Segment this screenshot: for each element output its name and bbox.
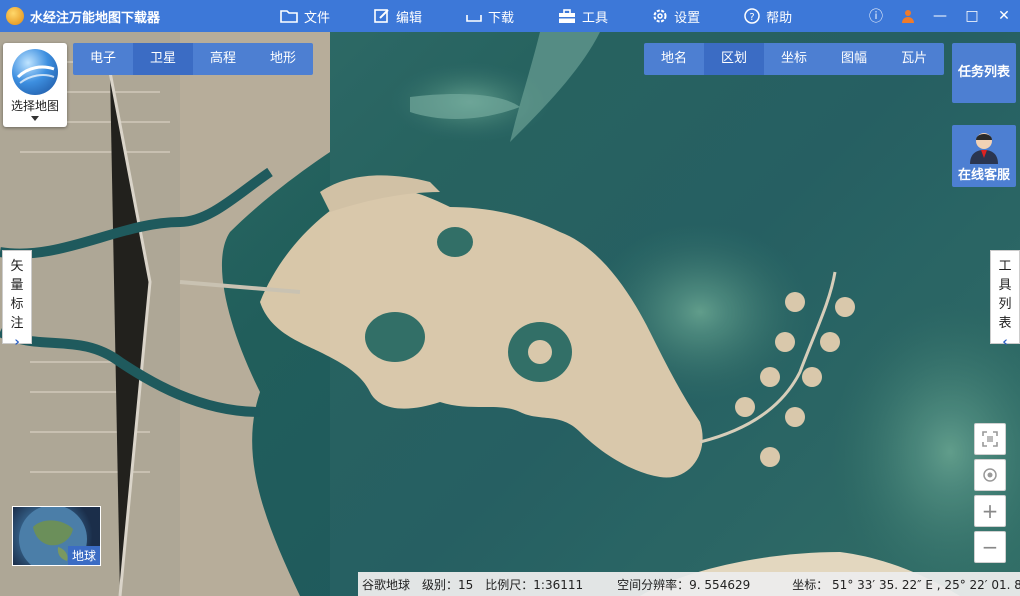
vector-annotation-char-2: 量 [10, 278, 24, 293]
menu-download-label: 下载 [488, 10, 515, 26]
svg-text:?: ? [749, 12, 754, 23]
tab-satellite[interactable]: 卫星 [133, 43, 194, 75]
online-service-button[interactable]: 在线客服 [952, 125, 1016, 187]
minimize-button[interactable]: — [924, 0, 956, 32]
main-menu: 文件 编辑 下载 工具 设置 ? 帮助 [280, 0, 836, 32]
task-list-label: 任务列表 [957, 65, 1010, 80]
locate-icon [983, 468, 997, 482]
menu-download[interactable]: 下载 [466, 7, 514, 26]
tab-electronic[interactable]: 电子 [73, 43, 133, 75]
vector-annotation-tab[interactable]: 矢 量 标 注 › [2, 250, 32, 350]
user-icon [902, 10, 914, 23]
fullscreen-icon [982, 431, 998, 447]
tab-tiles[interactable]: 瓦片 [884, 43, 944, 75]
help-icon: ? [744, 8, 760, 24]
select-map-button[interactable]: 选择地图 [3, 43, 67, 127]
menu-file-label: 文件 [304, 10, 331, 26]
tool-list-char-4: 表 [998, 316, 1012, 331]
user-button[interactable] [892, 0, 924, 32]
plus-icon: + [981, 499, 999, 523]
tab-coordinates[interactable]: 坐标 [764, 43, 824, 75]
info-button[interactable]: ⓘ [860, 0, 892, 32]
chevron-down-icon [31, 116, 39, 121]
download-icon [466, 15, 482, 22]
task-list-button[interactable]: 任务列表 [952, 43, 1016, 103]
earth-view-button[interactable]: 地球 [12, 506, 101, 566]
app-title: 水经注万能地图下载器 [30, 10, 161, 26]
tool-list-char-1: 工 [998, 259, 1012, 274]
menu-edit-label: 编辑 [396, 10, 423, 26]
tab-elevation[interactable]: 高程 [193, 43, 253, 75]
locate-button[interactable] [974, 459, 1006, 491]
close-button[interactable]: ✕ [988, 0, 1020, 32]
menu-settings[interactable]: 设置 [652, 7, 700, 26]
tab-place-names[interactable]: 地名 [644, 43, 704, 75]
layer-tabs: 地名 区划 坐标 图幅 瓦片 [644, 43, 945, 75]
menu-file[interactable]: 文件 [280, 7, 330, 26]
map-controls: + − [974, 423, 1006, 567]
status-coordinates: 坐标： 51° 33′ 35. 22″ E , 25° 22′ 01. 83″ … [792, 577, 1020, 592]
vector-annotation-char-4: 注 [10, 316, 24, 331]
status-zoom-level: 级别：15 [422, 577, 474, 592]
chevron-left-icon: ‹ [1002, 335, 1008, 350]
map-view[interactable]: 选择地图 电子 卫星 高程 地形 地名 区划 坐标 图幅 瓦片 任务列表 在线客… [0, 32, 1020, 596]
menu-tools-label: 工具 [582, 10, 609, 26]
toolbox-icon [559, 8, 576, 23]
customer-service-icon [970, 133, 998, 164]
zoom-in-button[interactable]: + [974, 495, 1006, 527]
menu-settings-label: 设置 [674, 10, 701, 26]
menu-edit[interactable]: 编辑 [374, 7, 422, 26]
vector-annotation-char-3: 标 [10, 297, 24, 312]
tool-list-char-3: 列 [998, 297, 1012, 312]
window-controls: ⓘ — □ ✕ [860, 0, 1020, 32]
app-logo-icon [6, 7, 24, 25]
tool-list-tab[interactable]: 工 具 列 表 ‹ [990, 250, 1020, 350]
tab-terrain[interactable]: 地形 [253, 43, 313, 75]
tool-list-char-2: 具 [998, 278, 1012, 293]
online-service-label: 在线客服 [957, 168, 1010, 183]
zoom-out-button[interactable]: − [974, 531, 1006, 563]
map-type-tabs: 电子 卫星 高程 地形 [73, 43, 314, 75]
satellite-imagery [0, 32, 1020, 596]
chevron-right-icon: › [14, 335, 20, 350]
edit-icon [374, 9, 389, 23]
status-scale: 比例尺：1:36111 [485, 577, 584, 592]
tab-map-sheets[interactable]: 图幅 [824, 43, 884, 75]
earth-label: 地球 [67, 546, 100, 565]
status-bar: 谷歌地球 级别：15 比例尺：1:36111 空间分辨率：9. 554629 坐… [358, 572, 1020, 596]
menu-help[interactable]: ? 帮助 [744, 7, 792, 26]
title-bar: 水经注万能地图下载器 文件 编辑 下载 工具 设置 ? 帮助 ⓘ — □ ✕ [0, 0, 1020, 32]
globe-logo-icon [12, 49, 58, 95]
status-map-source: 谷歌地球 [362, 577, 411, 592]
menu-tools[interactable]: 工具 [558, 7, 608, 26]
status-resolution: 空间分辨率：9. 554629 [617, 577, 751, 592]
tab-divisions[interactable]: 区划 [704, 43, 765, 75]
maximize-button[interactable]: □ [956, 0, 988, 32]
folder-icon [280, 10, 298, 23]
menu-help-label: 帮助 [766, 10, 793, 26]
minus-icon: − [981, 535, 999, 559]
select-map-label: 选择地图 [10, 99, 59, 113]
fullscreen-button[interactable] [974, 423, 1006, 455]
gear-icon [653, 9, 667, 23]
vector-annotation-char-1: 矢 [10, 259, 24, 274]
